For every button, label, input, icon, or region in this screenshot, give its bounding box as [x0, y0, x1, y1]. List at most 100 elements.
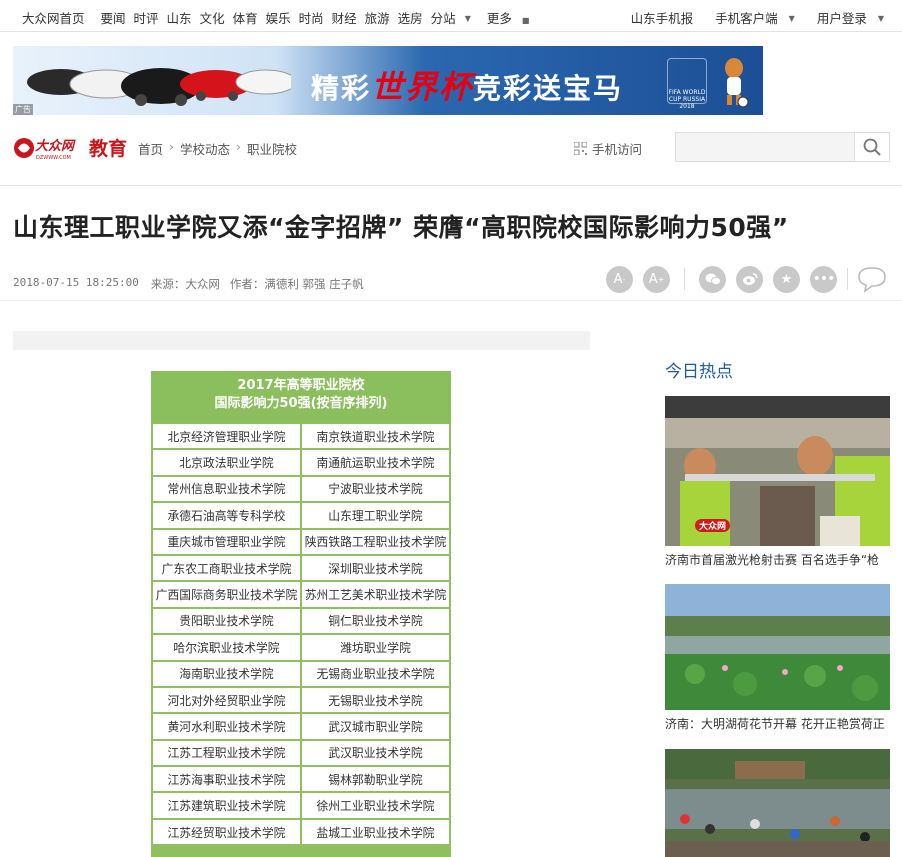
ranking-row: 广东农工商职业技术学院 深圳职业技术学院 — [153, 555, 449, 581]
breadcrumb-school-news[interactable]: 学校动态 — [180, 139, 230, 158]
ranking-row: 江苏海事职业技术学院 锡林郭勒职业学院 — [153, 767, 449, 792]
chevron-down-icon: ▼ — [464, 14, 471, 23]
chevron-down-icon: ▼ — [788, 14, 795, 23]
wechat-share-button[interactable] — [699, 265, 726, 293]
wechat-icon — [705, 273, 721, 286]
nav-item-culture[interactable]: 文化 — [200, 8, 225, 27]
cars-illustration — [27, 68, 291, 106]
nav-item-branches[interactable]: 分站 ▼ — [431, 8, 479, 27]
nav-item-house[interactable]: 选房 — [398, 8, 423, 27]
top-nav: 大众网首页 要闻 时评 山东 文化 体育 娱乐 时尚 财经 旅游 选房 分站 ▼ … — [0, 0, 902, 32]
article-authors: 满德利 郭强 庄子帆 — [264, 277, 364, 291]
ad-slogan-b: 世界杯 — [371, 68, 474, 106]
ranking-row: 哈尔滨职业技术学院 潍坊职业学院 — [153, 635, 449, 660]
article-title: 山东理工职业学院又添“金字招牌” 荣膺“高职院校国际影响力50强” — [13, 213, 789, 242]
ranking-title-line1: 2017年高等职业院校 — [237, 378, 365, 393]
ranking-cell-right: 山东理工职业学院 — [302, 503, 449, 528]
watermark-logo: 大众网 — [695, 519, 731, 532]
toolbar-divider — [684, 268, 685, 290]
star-icon: ★ — [780, 271, 793, 287]
ranking-cell-right: 无锡商业职业技术学院 — [302, 661, 449, 686]
sidebar-item[interactable]: 济南：大明湖荷花节开幕 花开正艳赏荷正 — [665, 584, 890, 732]
breadcrumb-vocational[interactable]: 职业院校 — [247, 139, 297, 158]
ranking-row: 常州信息职业技术学院 宁波职业技术学院 — [153, 476, 449, 502]
ranking-cell-left: 江苏建筑职业技术学院 — [153, 793, 300, 818]
font-smaller-button[interactable]: A- — [606, 265, 633, 293]
nav-item-branches-label: 分站 — [430, 11, 456, 26]
ranking-cell-right: 宁波职业技术学院 — [302, 476, 449, 502]
font-larger-button[interactable]: A + — [643, 265, 670, 293]
ad-slogan-a: 精彩 — [311, 72, 372, 105]
search-input[interactable] — [676, 133, 854, 161]
nav-item-sports[interactable]: 体育 — [233, 8, 258, 27]
ranking-title-line2: 国际影响力50强(按音序排列) — [214, 396, 388, 411]
mobile-newspaper-link[interactable]: 山东手机报 — [631, 8, 694, 27]
ranking-row: 承德石油高等专科学校 山东理工职业学院 — [153, 503, 449, 528]
ranking-cell-left: 哈尔滨职业技术学院 — [153, 635, 300, 660]
ranking-row: 广西国际商务职业技术学院 苏州工艺美术职业技术学院 — [153, 582, 449, 607]
ranking-row: 江苏经贸职业技术学院 盐城工业职业技术学院 — [153, 819, 449, 845]
article-lead-bar — [13, 331, 590, 350]
sidebar-thumbnail[interactable] — [665, 749, 890, 857]
search-icon — [863, 138, 881, 156]
article-meta: 2018-07-15 18:25:00 来源：大众网 作者： 满德利 郭强 庄子… — [13, 276, 374, 292]
sidebar-thumbnail[interactable]: 大众网 — [665, 396, 890, 546]
ranking-cell-left: 江苏工程职业技术学院 — [153, 740, 300, 766]
ranking-cell-right: 铜仁职业技术学院 — [302, 608, 449, 634]
header-divider — [0, 300, 902, 301]
sidebar-caption[interactable]: 济南：大明湖荷花节开幕 花开正艳赏荷正 — [665, 715, 890, 732]
mascot-icon — [725, 58, 749, 108]
nav-item-comment[interactable]: 时评 — [134, 8, 159, 27]
sidebar-thumbnail[interactable] — [665, 584, 890, 710]
search-button[interactable] — [854, 133, 889, 161]
ranking-row: 北京经济管理职业学院 南京铁道职业技术学院 — [153, 424, 449, 449]
ranking-cell-left: 重庆城市管理职业学院 — [153, 529, 300, 554]
nav-item-fashion[interactable]: 时尚 — [299, 8, 324, 27]
toolbar-divider — [847, 268, 848, 290]
ranking-image: 2017年高等职业院校 国际影响力50强(按音序排列) 北京经济管理职业学院 南京… — [151, 371, 451, 857]
breadcrumb: 首页 › 学校动态 › 职业院校 — [138, 139, 297, 158]
nav-home-link[interactable]: 大众网首页 — [22, 8, 85, 27]
ranking-cell-right: 武汉职业技术学院 — [302, 740, 449, 766]
sidebar-item[interactable]: 大众网 济南市首届激光枪射击赛 百名选手争“枪 — [665, 396, 890, 568]
font-smaller-label: A — [613, 271, 623, 287]
ad-slogan: 精彩世界杯竞彩送宝马 — [311, 62, 623, 108]
ranking-row: 海南职业技术学院 无锡商业职业技术学院 — [153, 661, 449, 686]
favorite-button[interactable]: ★ — [773, 265, 800, 293]
nav-item-more[interactable]: 更多 ■ — [487, 8, 538, 27]
ranking-cell-left: 北京政法职业学院 — [153, 450, 300, 475]
user-login-link[interactable]: 用户登录 ▼ — [806, 8, 884, 27]
ranking-cell-right: 无锡职业技术学院 — [302, 687, 449, 713]
publish-date: 2018-07-15 18:25:00 — [13, 276, 139, 289]
mobile-client-link[interactable]: 手机客户端 ▼ — [704, 8, 795, 27]
more-share-button[interactable]: ••• — [810, 265, 837, 293]
ranking-row: 黄河水利职业技术学院 武汉城市职业学院 — [153, 714, 449, 739]
breadcrumb-home[interactable]: 首页 — [138, 139, 163, 158]
nav-item-shandong[interactable]: 山东 — [167, 8, 192, 27]
comment-icon[interactable] — [856, 265, 888, 293]
dzwww-logo-icon: 大众网 DZWWW.COM — [14, 137, 76, 161]
nav-item-ent[interactable]: 娱乐 — [266, 8, 291, 27]
ranking-cell-right: 陕西铁路工程职业技术学院 — [302, 529, 449, 554]
qr-code-icon — [574, 142, 587, 155]
nav-item-travel[interactable]: 旅游 — [365, 8, 390, 27]
ranking-cell-left: 海南职业技术学院 — [153, 661, 300, 686]
site-logo[interactable]: 大众网 DZWWW.COM 教育 — [13, 134, 127, 161]
nav-item-news[interactable]: 要闻 — [101, 8, 126, 27]
chevron-right-icon: › — [236, 139, 242, 154]
ad-mark: 广告 — [13, 104, 33, 115]
mobile-visit-label: 手机访问 — [592, 142, 643, 157]
ranking-cell-left: 河北对外经贸职业学院 — [153, 687, 300, 713]
ranking-cell-right: 深圳职业技术学院 — [302, 555, 449, 581]
chevron-down-icon: ▼ — [877, 14, 884, 23]
ranking-cell-left: 贵阳职业技术学院 — [153, 608, 300, 634]
sidebar-item[interactable] — [665, 749, 890, 857]
chevron-right-icon: › — [169, 139, 175, 154]
channel-header: 大众网 DZWWW.COM 教育 首页 › 学校动态 › 职业院校 手机访问 — [0, 124, 902, 186]
sidebar-caption[interactable]: 济南市首届激光枪射击赛 百名选手争“枪 — [665, 551, 890, 568]
ad-banner[interactable]: 精彩世界杯竞彩送宝马 FIFA WORLD CUP RUSSIA 2018 广告 — [13, 46, 763, 115]
weibo-share-button[interactable] — [736, 265, 763, 293]
user-login-label: 用户登录 — [816, 11, 867, 26]
nav-item-finance[interactable]: 财经 — [332, 8, 357, 27]
mobile-visit-link[interactable]: 手机访问 — [574, 139, 642, 158]
